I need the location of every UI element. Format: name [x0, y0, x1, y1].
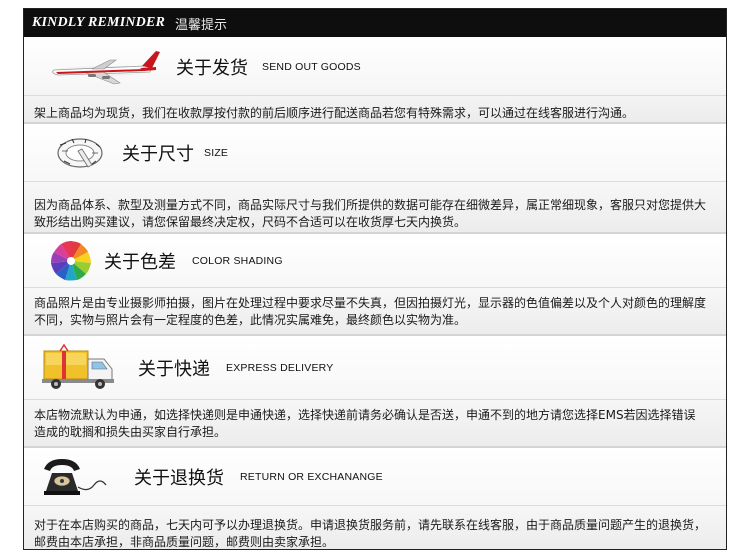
header-subtitle: 温馨提示	[175, 17, 228, 33]
reminder-panel: KINDLY REMINDER 温馨提示 关于发货 SEND OUT GOODS…	[23, 8, 727, 550]
section-title: 关于发货	[176, 57, 248, 79]
measuring-tape-icon	[57, 137, 103, 168]
section-express: 关于快递 EXPRESS DELIVERY 本店物流默认为申通，如选择快递则是申…	[24, 336, 726, 448]
brand-title: KINDLY REMINDER	[32, 15, 166, 30]
section-title-en: SIZE	[204, 146, 229, 159]
airplane-icon	[52, 50, 160, 84]
section-text: 对于在本店购买的商品，七天内可予以办理退换货。申请退换货服务前，请先联系在线客服…	[34, 518, 707, 549]
color-wheel-icon	[51, 240, 91, 280]
section-text: 商品照片是由专业摄影师拍摄，图片在处理过程中要求尽量不失真，但因拍摄灯光，显示器…	[34, 296, 707, 327]
section-title: 关于尺寸	[122, 143, 194, 165]
header-bar: KINDLY REMINDER 温馨提示	[24, 9, 726, 37]
telephone-icon	[44, 458, 107, 495]
section-title: 关于快递	[138, 358, 210, 380]
section-text: 架上商品均为现货，我们在收款厚按付款的前后顺序进行配送商品若您有特殊需求，可以通…	[34, 106, 635, 120]
section-title-en: EXPRESS DELIVERY	[226, 361, 334, 374]
section-color: 关于色差 COLOR SHADING 商品照片是由专业摄影师拍摄，图片在处理过程…	[24, 234, 726, 336]
section-title: 关于色差	[104, 251, 176, 273]
section-text: 因为商品体系、款型及测量方式不同，商品实际尺寸与我们所提供的数据可能存在细微差异…	[34, 198, 707, 229]
section-title-en: COLOR SHADING	[192, 254, 283, 267]
section-return: 关于退换货 RETURN OR EXCHANANGE 对于在本店购买的商品，七天…	[24, 448, 726, 549]
section-title-en: RETURN OR EXCHANANGE	[240, 470, 383, 483]
section-size: 关于尺寸 SIZE 因为商品体系、款型及测量方式不同，商品实际尺寸与我们所提供的…	[24, 124, 726, 234]
section-title-en: SEND OUT GOODS	[262, 60, 361, 73]
section-text: 本店物流默认为申通，如选择快递则是申通快递，选择快递前请务必确认是否送，申通不到…	[34, 408, 696, 439]
delivery-truck-icon	[42, 343, 114, 389]
section-shipping: 关于发货 SEND OUT GOODS 架上商品均为现货，我们在收款厚按付款的前…	[24, 38, 726, 124]
section-title: 关于退换货	[134, 467, 224, 489]
